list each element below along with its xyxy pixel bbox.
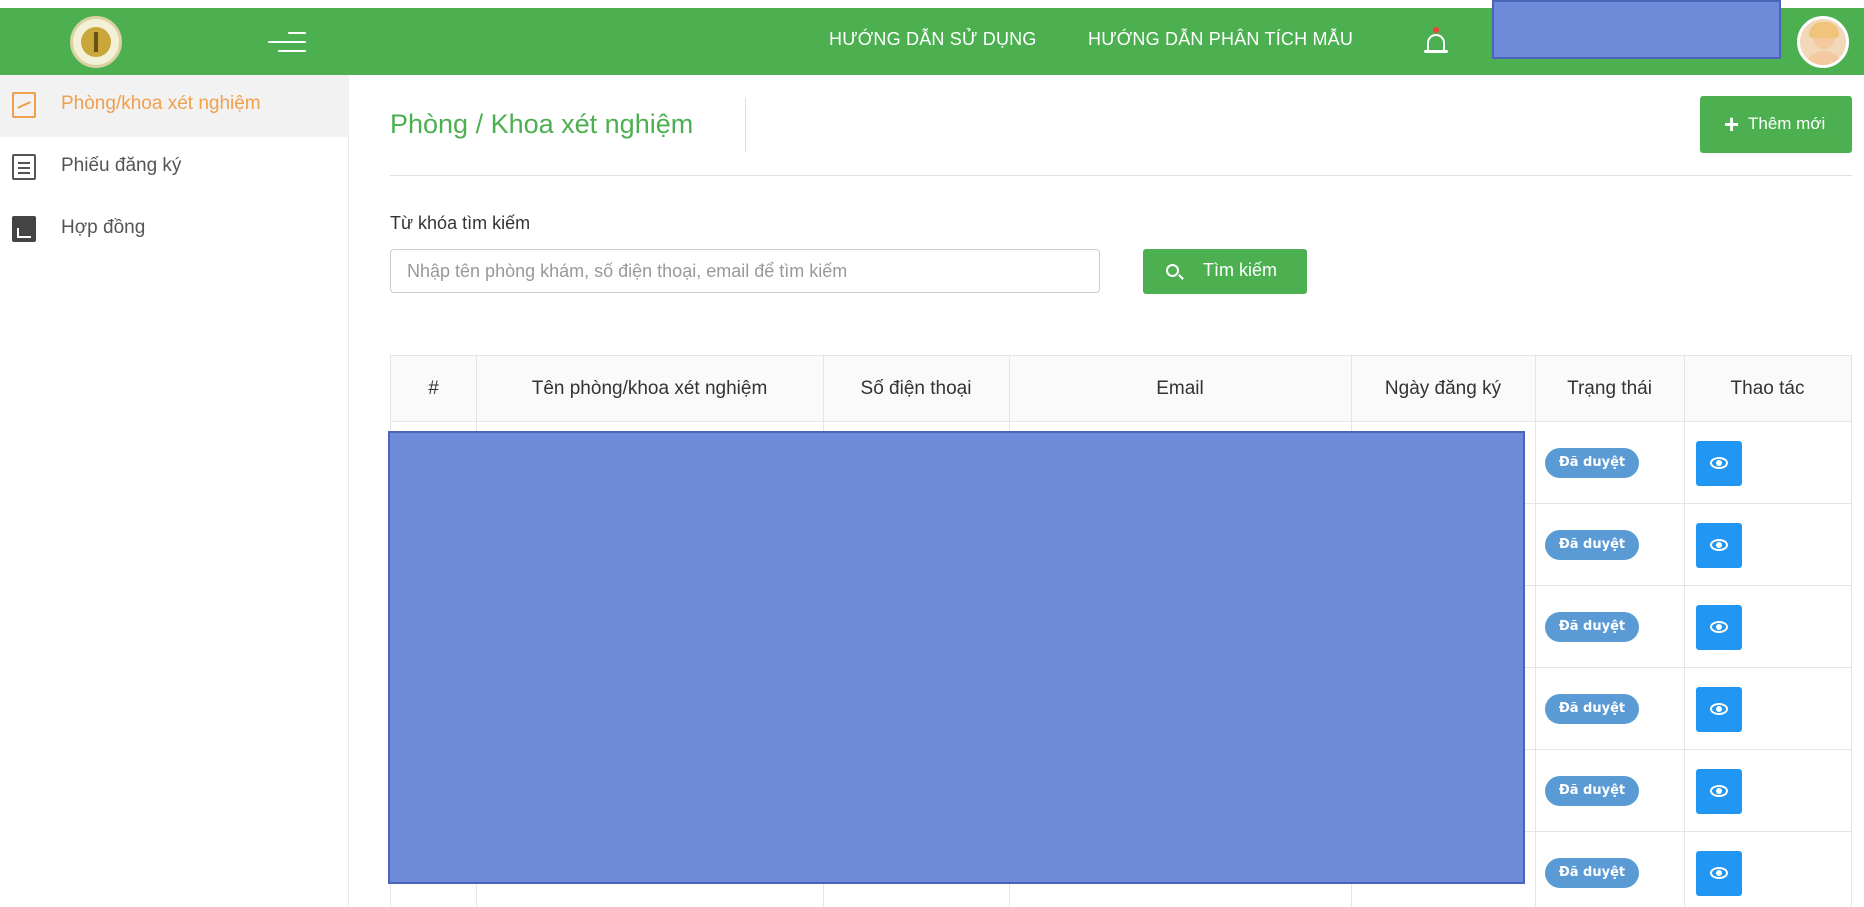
eye-icon — [1710, 703, 1728, 715]
view-button[interactable] — [1696, 605, 1742, 650]
eye-icon — [1710, 457, 1728, 469]
document-icon — [12, 154, 36, 180]
add-new-label: Thêm mới — [1748, 114, 1826, 133]
status-badge: Đã duyệt — [1545, 612, 1639, 642]
sidebar-item-label: Phòng/khoa xét nghiệm — [61, 93, 261, 114]
sidebar: Phòng/khoa xét nghiệm Phiếu đăng ký Hợp … — [0, 75, 349, 907]
nav-link-sample-analysis-guide[interactable]: HƯỚNG DẪN PHÂN TÍCH MẪU — [1088, 29, 1353, 50]
search-input[interactable] — [390, 249, 1100, 293]
search-button[interactable]: Tìm kiếm — [1143, 249, 1307, 294]
search-label: Từ khóa tìm kiếm — [390, 213, 531, 233]
sidebar-item-contracts[interactable]: Hợp đồng — [0, 199, 349, 261]
column-header-phone[interactable]: Số điện thoại — [823, 356, 1009, 422]
status-badge: Đã duyệt — [1545, 776, 1639, 806]
eye-icon — [1710, 539, 1728, 551]
sidebar-item-registration-forms[interactable]: Phiếu đăng ký — [0, 137, 349, 199]
table-header: # Tên phòng/khoa xét nghiệm Số điện thoạ… — [391, 356, 1851, 422]
search-button-label: Tìm kiếm — [1203, 260, 1277, 280]
add-new-button[interactable]: + Thêm mới — [1700, 96, 1852, 153]
plus-icon: + — [1724, 109, 1740, 139]
redacted-table-content — [388, 431, 1525, 884]
column-header-name[interactable]: Tên phòng/khoa xét nghiệm — [476, 356, 823, 422]
column-header-email[interactable]: Email — [1009, 356, 1351, 422]
title-divider — [745, 98, 746, 152]
page-title: Phòng / Khoa xét nghiệm — [390, 109, 694, 139]
user-avatar-icon[interactable] — [1797, 16, 1849, 68]
bell-icon[interactable] — [1424, 26, 1448, 58]
view-button[interactable] — [1696, 851, 1742, 896]
eye-icon — [1710, 785, 1728, 797]
sidebar-item-label: Hợp đồng — [61, 217, 146, 238]
chart-icon — [12, 92, 36, 118]
redacted-user-info — [1492, 0, 1781, 59]
eye-icon — [1710, 621, 1728, 633]
sidebar-item-label: Phiếu đăng ký — [61, 155, 182, 176]
eye-icon — [1710, 867, 1728, 879]
column-header-status[interactable]: Trạng thái — [1535, 356, 1684, 422]
view-button[interactable] — [1696, 687, 1742, 732]
status-badge: Đã duyệt — [1545, 530, 1639, 560]
search-icon — [1166, 264, 1179, 277]
sidebar-item-labs[interactable]: Phòng/khoa xét nghiệm — [0, 75, 349, 137]
pdf-icon — [12, 216, 36, 242]
view-button[interactable] — [1696, 769, 1742, 814]
hamburger-menu-icon[interactable] — [268, 28, 306, 56]
column-header-registered-date[interactable]: Ngày đăng ký — [1351, 356, 1535, 422]
column-header-index[interactable]: # — [391, 356, 476, 422]
status-badge: Đã duyệt — [1545, 694, 1639, 724]
header-divider — [390, 175, 1852, 176]
view-button[interactable] — [1696, 523, 1742, 568]
status-badge: Đã duyệt — [1545, 858, 1639, 888]
logo-icon[interactable] — [70, 16, 122, 68]
column-header-actions: Thao tác — [1730, 378, 1805, 399]
status-badge: Đã duyệt — [1545, 448, 1639, 478]
nav-link-user-guide[interactable]: HƯỚNG DẪN SỬ DỤNG — [829, 29, 1037, 50]
view-button[interactable] — [1696, 441, 1742, 486]
